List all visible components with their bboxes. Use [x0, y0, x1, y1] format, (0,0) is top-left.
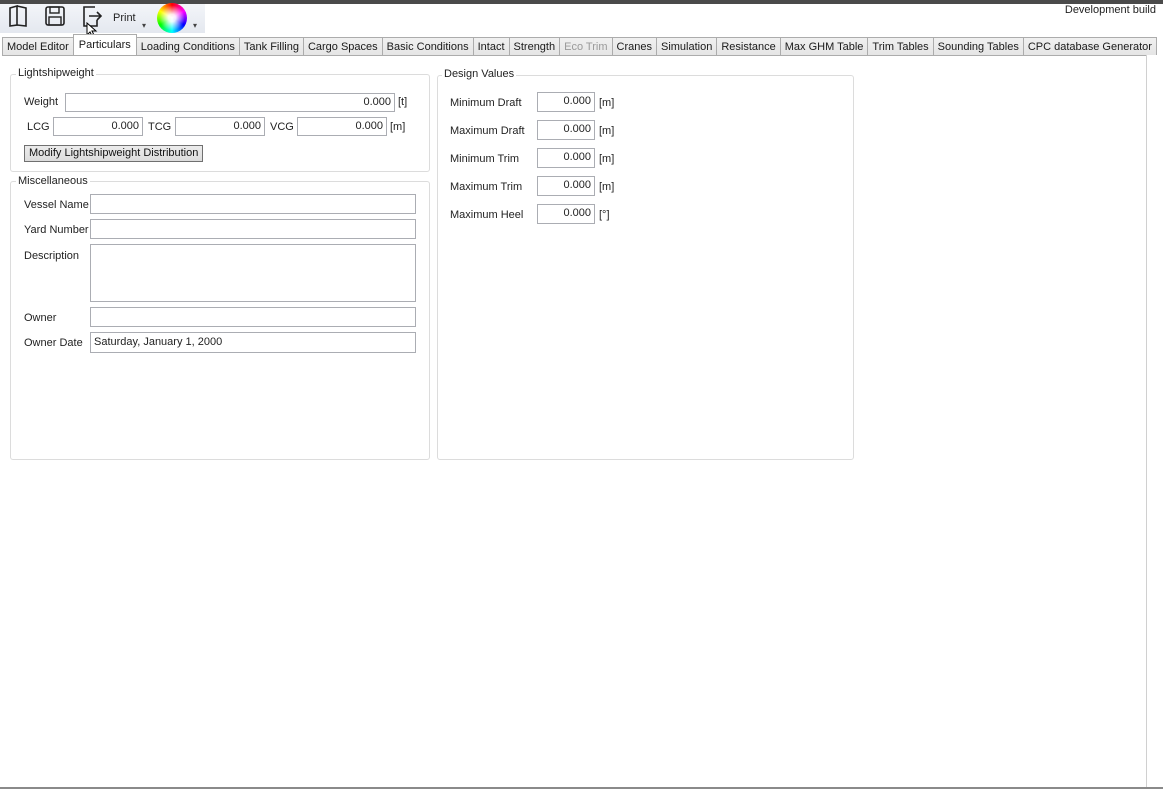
tab-eco-trim: Eco Trim	[559, 37, 613, 55]
tab-simulation[interactable]: Simulation	[655, 37, 718, 55]
design-values-group-title: Design Values	[442, 68, 517, 80]
owner-date-picker[interactable]: Saturday, January 1, 2000	[90, 332, 416, 353]
tab-cranes[interactable]: Cranes	[611, 37, 657, 55]
tab-cargo-spaces[interactable]: Cargo Spaces	[302, 37, 383, 55]
tab-tank-filling[interactable]: Tank Filling	[238, 37, 304, 55]
development-build-label: Development build	[1064, 4, 1156, 16]
miscellaneous-group-title: Miscellaneous	[16, 175, 90, 187]
minimum-draft-label: Minimum Draft	[450, 97, 522, 109]
tab-content-right-border	[1146, 55, 1147, 787]
vcg-field[interactable]: 0.000	[297, 117, 387, 136]
vessel-name-label: Vessel Name	[24, 199, 89, 211]
owner-label: Owner	[24, 312, 57, 324]
minimum-trim-unit: [m]	[599, 153, 615, 165]
tcg-field[interactable]: 0.000	[175, 117, 265, 136]
tab-strength[interactable]: Strength	[508, 37, 561, 55]
print-dropdown-arrow-icon[interactable]: ▾	[142, 21, 146, 30]
weight-unit: [t]	[398, 96, 408, 108]
tab-content-top-border	[2, 55, 1147, 56]
owner-input[interactable]	[90, 307, 416, 327]
yard-number-label: Yard Number	[24, 224, 89, 236]
save-icon[interactable]	[43, 4, 67, 28]
maximum-heel-unit: [°]	[599, 209, 610, 221]
color-wheel-icon[interactable]	[157, 3, 187, 33]
maximum-trim-unit: [m]	[599, 181, 615, 193]
minimum-trim-label: Minimum Trim	[450, 153, 520, 165]
minimum-trim-field[interactable]: 0.000	[537, 148, 595, 168]
maximum-heel-field[interactable]: 0.000	[537, 204, 595, 224]
maximum-draft-field[interactable]: 0.000	[537, 120, 595, 140]
main-tab-strip: Model Editor Particulars Loading Conditi…	[2, 34, 1157, 55]
lcg-label: LCG	[27, 121, 50, 133]
minimum-draft-unit: [m]	[599, 97, 615, 109]
weight-field[interactable]: 0.000	[65, 93, 395, 112]
maximum-trim-label: Maximum Trim	[450, 181, 523, 193]
maximum-draft-unit: [m]	[599, 125, 615, 137]
tab-particulars[interactable]: Particulars	[72, 34, 137, 55]
quick-access-toolbar: Print ▾ ▾	[0, 3, 205, 33]
maximum-heel-label: Maximum Heel	[450, 209, 524, 221]
tab-cpc-database-generator[interactable]: CPC database Generator	[1022, 37, 1157, 55]
owner-date-label: Owner Date	[24, 337, 83, 349]
open-book-icon[interactable]	[6, 4, 30, 28]
tab-intact[interactable]: Intact	[472, 37, 510, 55]
tab-model-editor[interactable]: Model Editor	[2, 37, 74, 55]
color-dropdown-arrow-icon[interactable]: ▾	[193, 21, 197, 30]
minimum-draft-field[interactable]: 0.000	[537, 92, 595, 112]
description-label: Description	[24, 250, 80, 262]
tab-sounding-tables[interactable]: Sounding Tables	[932, 37, 1024, 55]
tab-max-ghm-table[interactable]: Max GHM Table	[779, 37, 869, 55]
lcg-field[interactable]: 0.000	[53, 117, 143, 136]
maximum-draft-label: Maximum Draft	[450, 125, 525, 137]
tab-resistance[interactable]: Resistance	[716, 37, 781, 55]
tab-loading-conditions[interactable]: Loading Conditions	[135, 37, 240, 55]
tcg-label: TCG	[148, 121, 172, 133]
maximum-trim-field[interactable]: 0.000	[537, 176, 595, 196]
vcg-label: VCG	[270, 121, 294, 133]
description-textarea[interactable]	[90, 244, 416, 302]
weight-label: Weight	[24, 96, 59, 108]
yard-number-input[interactable]	[90, 219, 416, 239]
vessel-name-input[interactable]	[90, 194, 416, 214]
tab-basic-conditions[interactable]: Basic Conditions	[381, 37, 474, 55]
tab-trim-tables[interactable]: Trim Tables	[867, 37, 934, 55]
modify-lightshipweight-distribution-button[interactable]: Modify Lightshipweight Distribution	[24, 145, 204, 162]
cg-unit: [m]	[390, 121, 406, 133]
lightshipweight-group-title: Lightshipweight	[16, 67, 96, 79]
print-button[interactable]: Print	[113, 12, 136, 24]
